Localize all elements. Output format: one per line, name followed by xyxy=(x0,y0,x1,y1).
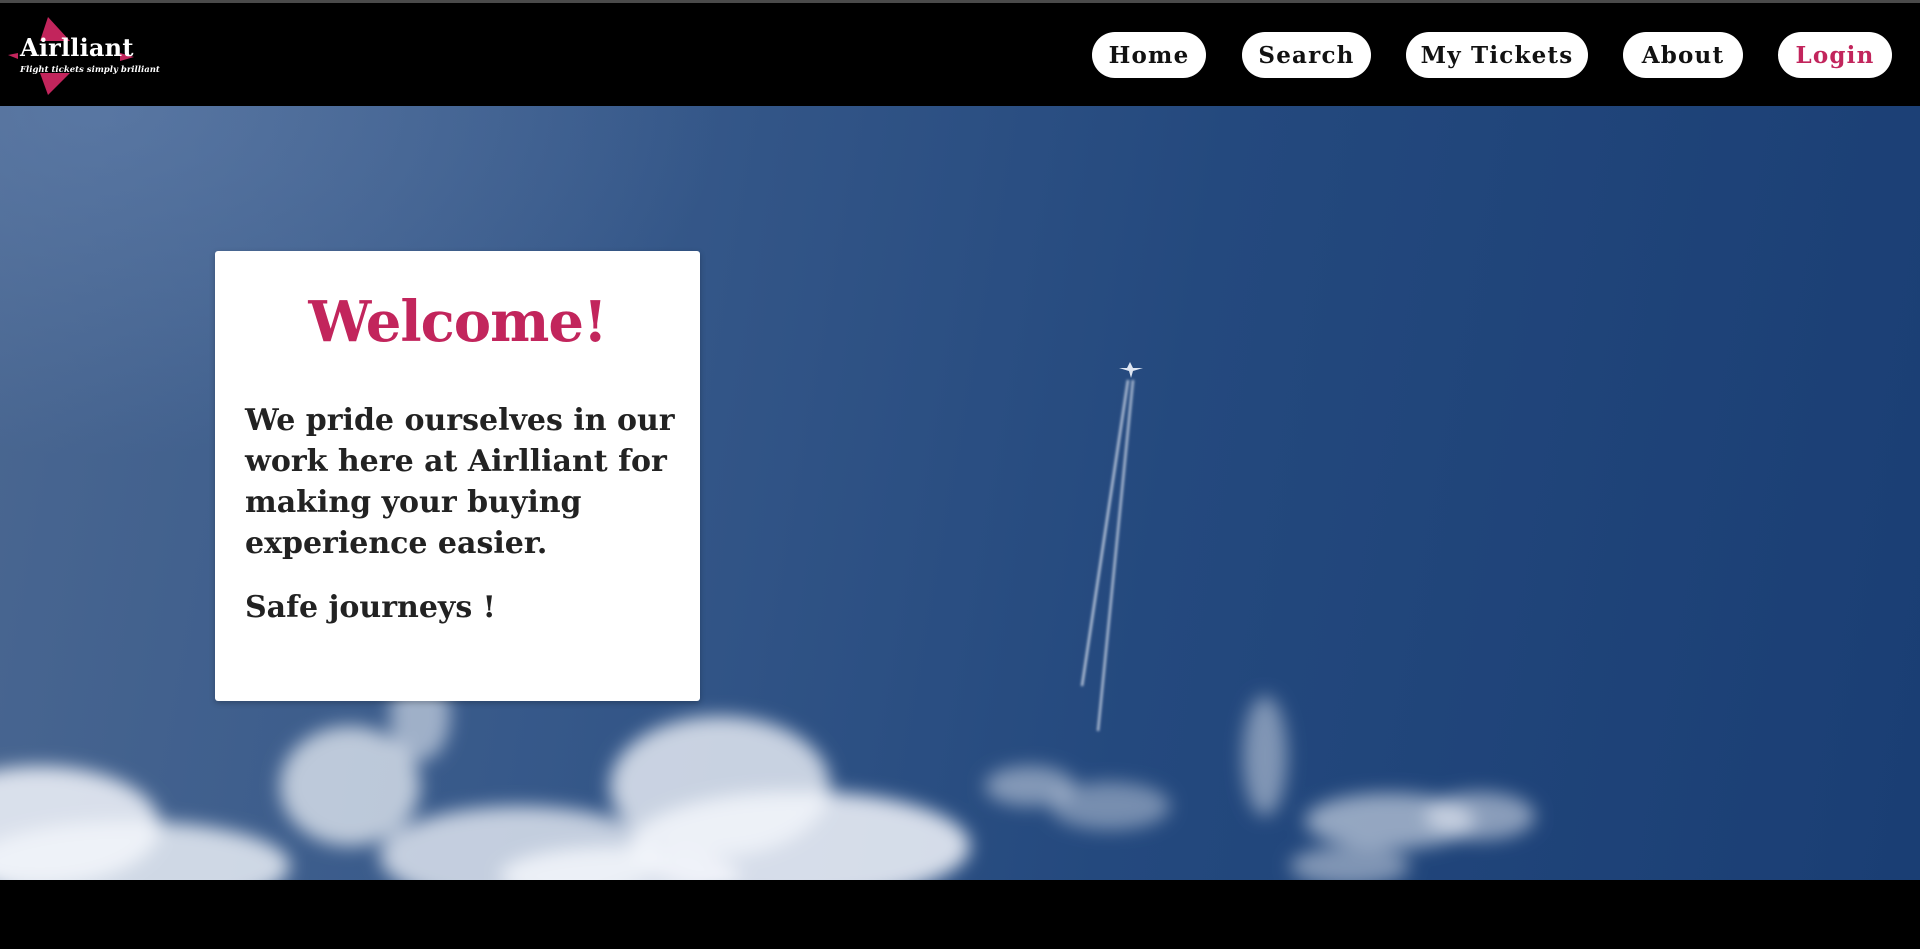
clouds xyxy=(0,671,1535,880)
nav-login-button[interactable]: Login xyxy=(1778,32,1892,78)
airplane-icon xyxy=(1119,362,1143,378)
welcome-title: Welcome! xyxy=(308,289,607,355)
airplane-contrail xyxy=(1080,379,1135,732)
footer-bar xyxy=(0,880,1920,949)
nav-my-tickets-button[interactable]: My Tickets xyxy=(1406,32,1588,78)
welcome-card: Welcome! We pride ourselves in our work … xyxy=(215,251,700,701)
welcome-closing-text: Safe journeys ! xyxy=(245,590,496,625)
nav-search-button[interactable]: Search xyxy=(1242,32,1371,78)
nav-home-button[interactable]: Home xyxy=(1092,32,1206,78)
hero-sky-image: Welcome! We pride ourselves in our work … xyxy=(0,106,1920,880)
nav-about-button[interactable]: About xyxy=(1623,32,1743,78)
welcome-body-text: We pride ourselves in our work here at A… xyxy=(245,403,675,561)
site-header: Airlliant Flight tickets simply brillian… xyxy=(0,3,1920,106)
main-nav: Home Search My Tickets About Login xyxy=(0,32,1920,80)
